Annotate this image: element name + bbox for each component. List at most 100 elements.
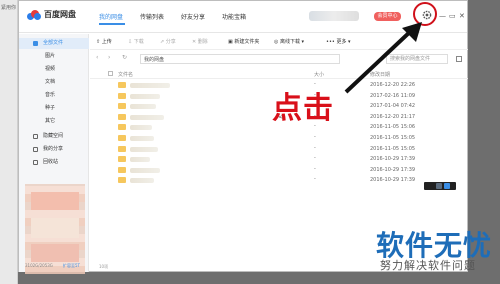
watermark: 软件无忧 努力解决软件问题 [376, 224, 500, 284]
cloud-logo-icon [27, 9, 41, 20]
tab-toolbox[interactable]: 功能宝箱 [222, 12, 246, 21]
download-label: 下载 [133, 39, 144, 45]
sidebar-item-videos[interactable]: 视频 [19, 64, 89, 75]
floating-widget[interactable] [424, 182, 456, 190]
storage-quota: 3102G/2053G [25, 263, 53, 268]
screen: 紧用你 百度网盘 我的网盘 传输列表 好友分享 功能宝箱 会员中心 — ▭ ✕ … [0, 0, 500, 284]
sidebar-item-recycle-bin[interactable]: 回收站 [19, 157, 89, 168]
folder-icon [118, 145, 126, 152]
expand-storage-link[interactable]: 扩容至5T [63, 263, 80, 269]
lock-icon [33, 134, 38, 139]
delete-button[interactable]: ✕ 删除 [192, 38, 208, 45]
file-date: 2017-01-04 07:42 [370, 103, 416, 110]
widget-icon [444, 183, 450, 189]
grid-view-icon[interactable] [456, 56, 462, 62]
maximize-button[interactable]: ▭ [449, 12, 456, 20]
column-size[interactable]: 大小 [314, 71, 324, 78]
file-name [130, 83, 170, 88]
folder-icon [118, 156, 126, 163]
sidebar-item-hidden-space[interactable]: 隐藏空间 [19, 131, 89, 142]
file-icon [33, 41, 38, 46]
forward-arrow-icon[interactable]: › [108, 54, 110, 61]
sidebar-item-label: 视频 [45, 66, 56, 72]
download-button[interactable]: ⇩ 下载 [128, 38, 144, 45]
promo-banner[interactable] [25, 184, 85, 274]
back-arrow-icon[interactable]: ‹ [96, 54, 98, 61]
file-name [130, 157, 150, 163]
column-name[interactable]: 文件名 [118, 71, 133, 78]
file-size: - [314, 134, 316, 140]
sidebar-item-label: 全部文件 [43, 40, 64, 46]
sidebar-item-label: 图片 [45, 53, 56, 59]
folder-icon [118, 103, 126, 110]
share-button[interactable]: ⇗ 分享 [160, 38, 176, 45]
desktop-text: 紧用你 [1, 5, 17, 11]
sidebar-item-label: 种子 [45, 105, 56, 111]
sidebar-item-label: 其它 [45, 118, 56, 124]
file-date: 2016-11-05 15:05 [370, 135, 416, 141]
upload-label: 上传 [101, 39, 112, 45]
folder-icon [118, 82, 126, 88]
tab-friend-share[interactable]: 好友分享 [181, 12, 205, 21]
file-date: 2016-10-29 17:39 [370, 177, 416, 184]
new-folder-label: 新建文件夹 [234, 39, 260, 45]
trash-icon [33, 160, 38, 165]
new-folder-button[interactable]: ▣ 新建文件夹 [228, 38, 259, 45]
select-all-checkbox[interactable] [108, 71, 113, 76]
upload-button[interactable]: ⇧ 上传 [96, 38, 112, 45]
annotation-label: 点击 [272, 91, 334, 126]
sidebar: 全部文件 图片 视频 文档 音乐 种子 其它 隐藏空间 我的分享 回收站 310… [19, 34, 89, 274]
file-date: 2016-11-05 15:05 [370, 145, 416, 152]
desktop-strip: 紧用你 [0, 0, 18, 284]
file-date: 2016-12-20 21:17 [370, 113, 416, 120]
sidebar-item-images[interactable]: 图片 [19, 51, 89, 62]
sidebar-item-docs[interactable]: 文档 [19, 77, 89, 88]
sidebar-item-music[interactable]: 音乐 [19, 90, 89, 101]
folder-icon [118, 92, 126, 99]
file-name [130, 167, 160, 173]
table-row[interactable]: - 2016-10-29 17:39 [90, 175, 468, 186]
sidebar-item-all-files[interactable]: 全部文件 [19, 38, 89, 49]
sidebar-item-label: 音乐 [45, 92, 56, 98]
file-name [130, 136, 154, 141]
file-date: 2016-11-05 15:06 [370, 124, 416, 131]
app-logo: 百度网盘 [27, 9, 76, 20]
sidebar-item-label: 文档 [45, 79, 56, 85]
refresh-icon[interactable]: ↻ [122, 54, 127, 61]
watermark-subtitle: 努力解决软件问题 [380, 259, 476, 272]
offline-download-button[interactable]: ◎ 离线下载 ▾ [274, 38, 304, 45]
active-tab-indicator [99, 23, 125, 25]
tab-transfers[interactable]: 传输列表 [140, 12, 164, 21]
item-count: 10项 [99, 264, 109, 269]
file-size: - [314, 155, 316, 162]
sidebar-item-torrents[interactable]: 种子 [19, 103, 89, 114]
file-name [130, 93, 160, 99]
file-date: 2016-10-29 17:39 [370, 156, 416, 163]
delete-label: 删除 [197, 39, 208, 45]
folder-icon [118, 113, 126, 120]
file-size: - [314, 144, 316, 151]
sidebar-item-other[interactable]: 其它 [19, 116, 89, 127]
breadcrumb-current: 我的网盘 [144, 57, 165, 63]
table-row[interactable]: - 2016-10-29 17:39 [90, 165, 468, 176]
file-name [130, 114, 164, 120]
file-name [130, 146, 158, 152]
file-name [130, 125, 152, 131]
file-date: 2016-10-29 17:39 [370, 166, 416, 173]
folder-icon [118, 124, 126, 131]
sidebar-item-my-shares[interactable]: 我的分享 [19, 144, 89, 155]
app-name: 百度网盘 [44, 10, 76, 19]
table-row[interactable]: - 2016-10-29 17:39 [90, 154, 468, 165]
close-button[interactable]: ✕ [459, 12, 465, 20]
breadcrumb[interactable]: 我的网盘 [140, 54, 340, 64]
table-row[interactable]: - 2016-11-05 15:05 [90, 133, 468, 144]
file-size: - [314, 176, 316, 183]
minimize-button[interactable]: — [439, 12, 446, 20]
file-name [130, 104, 156, 110]
share-label: 分享 [165, 39, 176, 45]
folder-icon [118, 135, 126, 141]
tab-my-disk[interactable]: 我的网盘 [99, 12, 123, 21]
file-size: - [314, 165, 316, 172]
table-row[interactable]: - 2016-11-05 15:05 [90, 144, 468, 155]
main-nav: 我的网盘 传输列表 好友分享 功能宝箱 [99, 12, 263, 21]
